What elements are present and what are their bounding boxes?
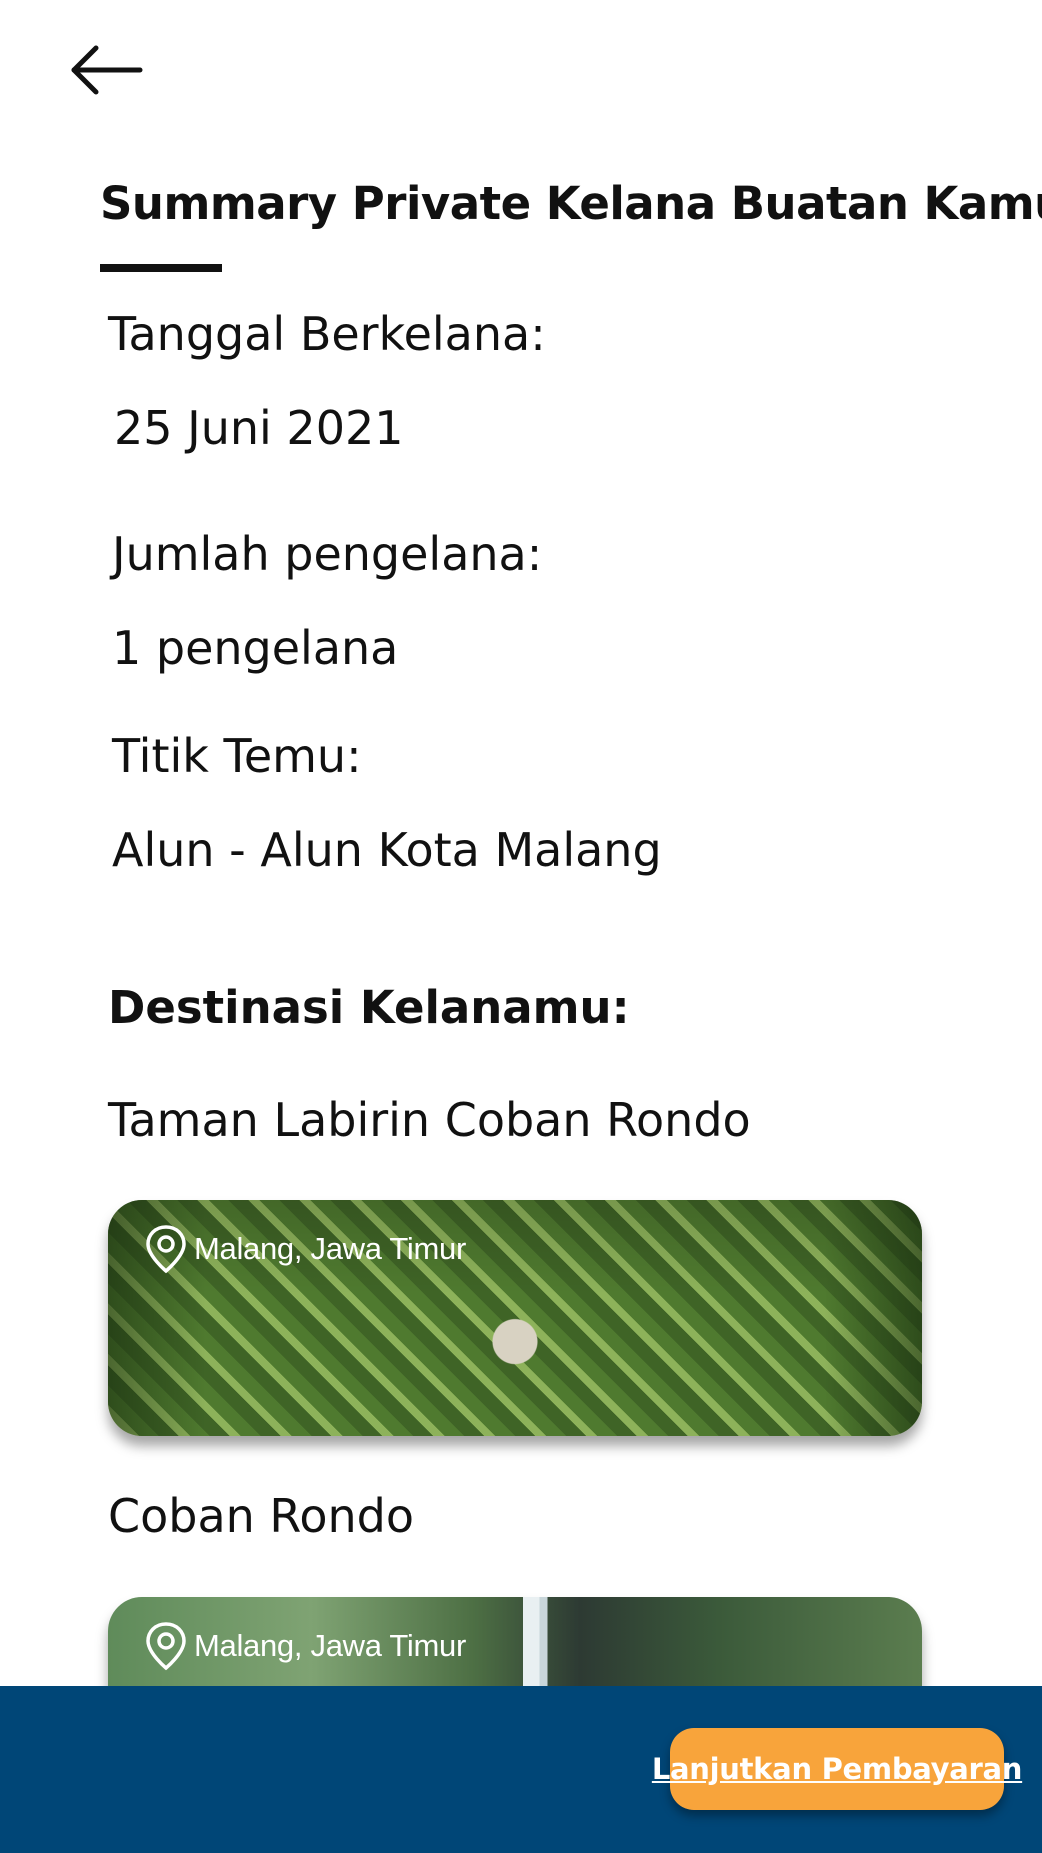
destination-card[interactable]: Malang, Jawa Timur: [108, 1200, 922, 1436]
destinations-heading: Destinasi Kelanamu:: [108, 981, 630, 1034]
date-value: 25 Juni 2021: [114, 401, 404, 455]
location-text: Malang, Jawa Timur: [194, 1231, 466, 1266]
travelers-label: Jumlah pengelana:: [112, 527, 543, 581]
destination-name: Taman Labirin Coban Rondo: [108, 1093, 751, 1147]
travelers-value: 1 pengelana: [112, 621, 399, 675]
back-button[interactable]: [68, 42, 144, 98]
location-text: Malang, Jawa Timur: [194, 1628, 466, 1663]
destination-location: Malang, Jawa Timur: [144, 1621, 466, 1671]
destination-name: Coban Rondo: [108, 1489, 414, 1543]
page-title: Summary Private Kelana Buatan Kamu: [100, 177, 1042, 230]
date-label: Tanggal Berkelana:: [108, 307, 546, 361]
continue-payment-button[interactable]: Lanjutkan Pembayaran: [652, 1728, 1022, 1810]
title-underline: [100, 264, 222, 272]
location-pin-icon: [146, 1225, 186, 1274]
arrow-left-icon: [71, 45, 143, 95]
location-pin-icon: [146, 1622, 186, 1671]
meeting-point-value: Alun - Alun Kota Malang: [112, 823, 662, 877]
meeting-point-label: Titik Temu:: [112, 729, 362, 783]
destination-location: Malang, Jawa Timur: [144, 1224, 466, 1274]
